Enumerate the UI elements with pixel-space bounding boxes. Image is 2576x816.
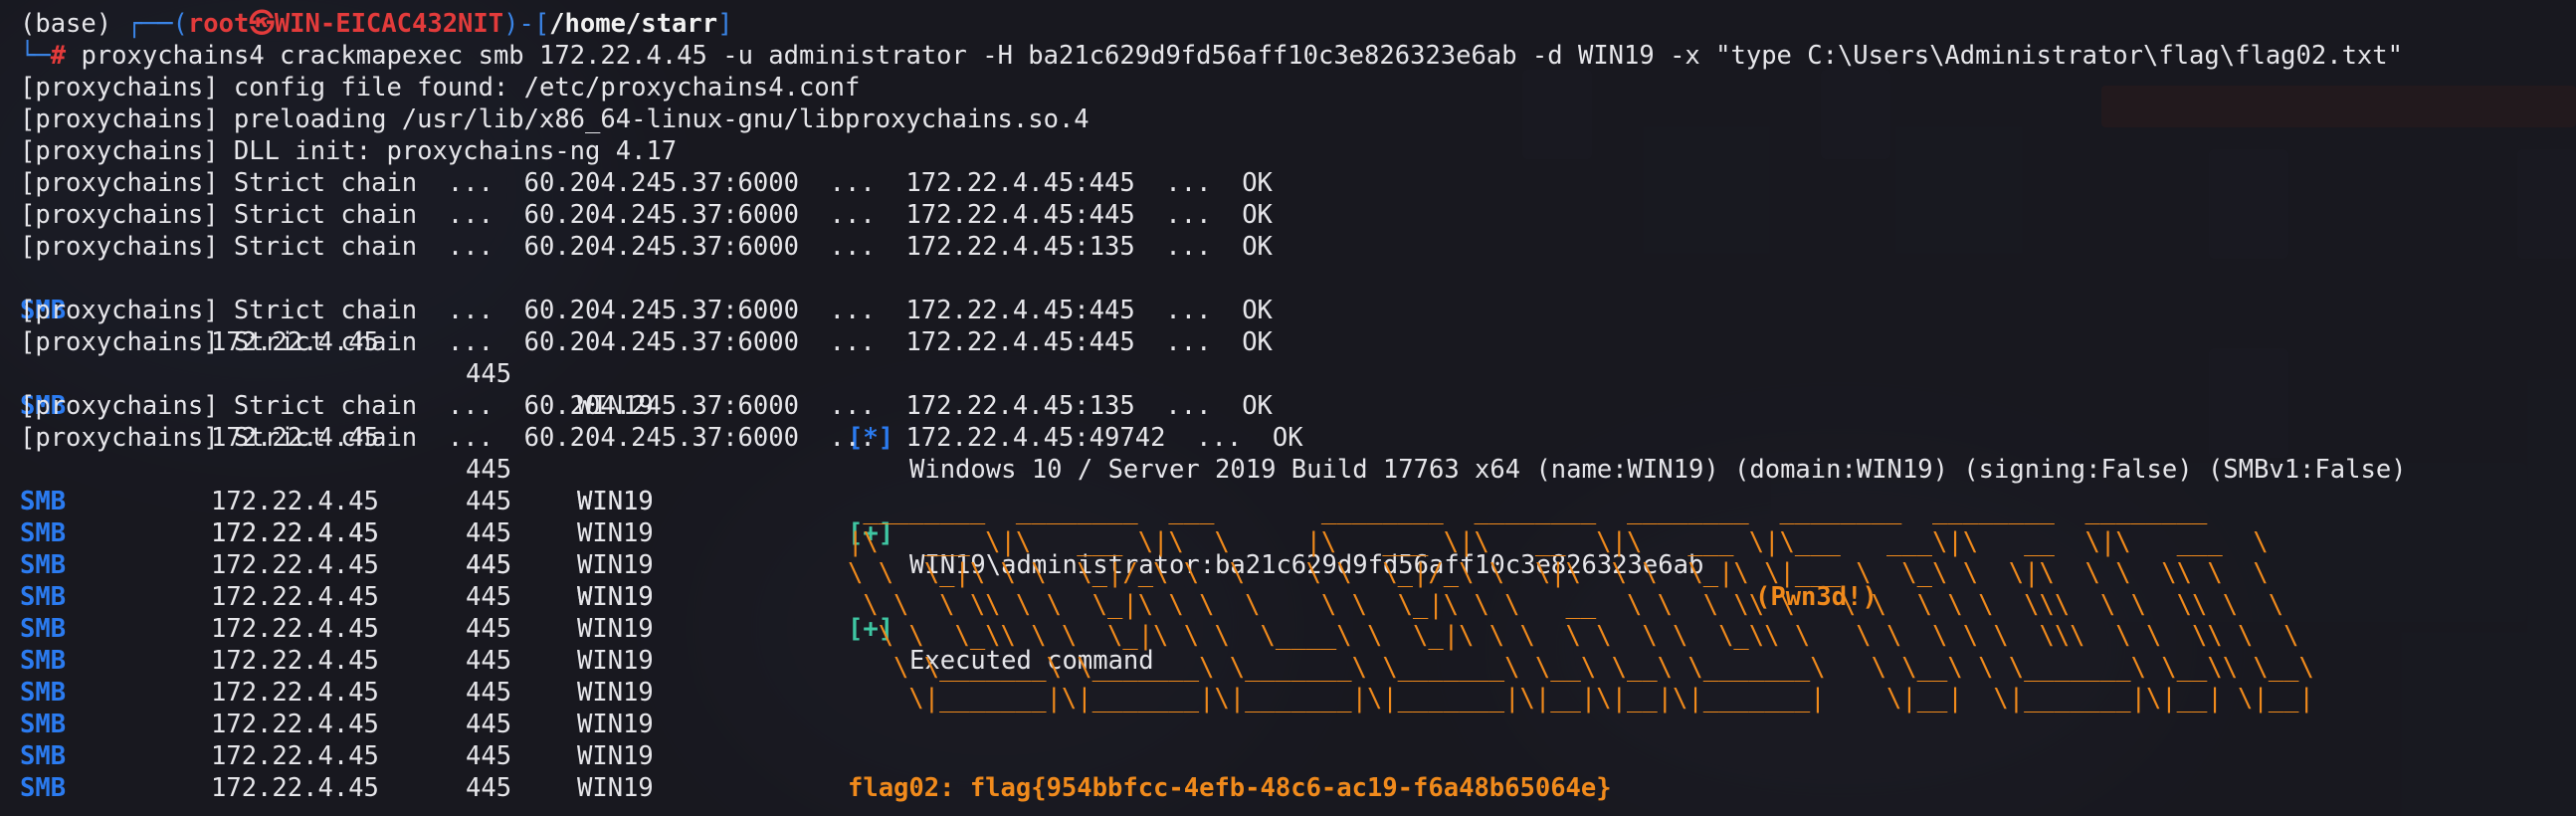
chain-line: [proxychains] Strict chain ... 60.204.24… [20, 422, 1303, 454]
smb-host: WIN19 [577, 614, 654, 644]
chain-line: [proxychains] Strict chain ... 60.204.24… [20, 295, 1273, 326]
prompt-frame-open: ┌──( [126, 9, 188, 39]
prompt-user-host: root㉿WIN-EICAC432NIT [187, 9, 504, 39]
chain-line: [proxychains] Strict chain ... 60.204.24… [20, 199, 1273, 231]
smb-tag: SMB [20, 550, 67, 580]
chain-line: [proxychains] Strict chain ... 60.204.24… [20, 390, 1273, 422]
chain-prefix: [proxychains] Strict chain ... 60.204.24… [20, 296, 906, 325]
chain-prefix: [proxychains] Strict chain ... 60.204.24… [20, 423, 906, 453]
command-line[interactable]: └─# proxychains4 crackmapexec smb 172.22… [20, 40, 2403, 72]
smb-host: WIN19 [577, 741, 654, 771]
chain-line: [proxychains] Strict chain ... 60.204.24… [20, 326, 1273, 358]
chain-prefix: [proxychains] Strict chain ... 60.204.24… [20, 327, 906, 357]
prompt-branch: └─ [20, 41, 51, 71]
terminal-window[interactable]: (base) ┌──(root㉿WIN-EICAC432NIT)-[/home/… [0, 0, 2576, 816]
smb-port: 445 [466, 678, 512, 708]
smb-ip: 172.22.4.45 [211, 582, 379, 612]
chain-target: 172.22.4.45:445 ... OK [905, 200, 1273, 230]
smb-ip: 172.22.4.45 [211, 710, 379, 739]
prompt-frame-mid: )-[ [503, 9, 550, 39]
smb-host: WIN19 [577, 550, 654, 580]
smb-host: WIN19 [577, 582, 654, 612]
chain-prefix: [proxychains] Strict chain ... 60.204.24… [20, 200, 906, 230]
output-line: [proxychains] DLL init: proxychains-ng 4… [20, 136, 678, 166]
smb-port: 445 [466, 550, 512, 580]
smb-tag: SMB [20, 614, 67, 644]
smb-ip: 172.22.4.45 [211, 518, 379, 548]
smb-tag: SMB [20, 710, 67, 739]
chain-target: 172.22.4.45:445 ... OK [905, 327, 1273, 357]
chain-line: [proxychains] Strict chain ... 60.204.24… [20, 167, 1273, 199]
smb-row: SMB 172.22.4.45 445 WIN19 [*] Windows 10… [20, 263, 2407, 485]
smb-host: WIN19 [577, 487, 654, 516]
prompt-hash: # [50, 41, 67, 71]
chain-target: 172.22.4.45:135 ... OK [905, 232, 1273, 262]
smb-port: 445 [466, 359, 512, 389]
smb-tag: SMB [20, 741, 67, 771]
smb-host: WIN19 [577, 518, 654, 548]
smb-ip: 172.22.4.45 [211, 678, 379, 708]
smb-port: 445 [466, 455, 512, 485]
smb-port: 445 [466, 487, 512, 516]
prompt-path: /home/starr [549, 9, 718, 39]
smb-port: 445 [466, 518, 512, 548]
smb-tag: SMB [20, 646, 67, 676]
smb-port: 445 [466, 741, 512, 771]
chain-target: 172.22.4.45:445 ... OK [905, 168, 1273, 198]
ascii-art-banner: ________ ________ ___ ________ ________ … [848, 496, 2314, 714]
smb-host: WIN19 [577, 710, 654, 739]
chain-prefix: [proxychains] Strict chain ... 60.204.24… [20, 232, 906, 262]
command-text: proxychains4 crackmapexec smb 172.22.4.4… [81, 41, 2403, 71]
smb-port: 445 [466, 614, 512, 644]
smb-port: 445 [466, 773, 512, 803]
chain-target: 172.22.4.45:135 ... OK [905, 391, 1273, 421]
smb-tag: SMB [20, 773, 67, 803]
smb-port: 445 [466, 710, 512, 739]
smb-port: 445 [466, 646, 512, 676]
flag-output: flag02: flag{954bbfcc-4efb-48c6-ac19-f6a… [848, 773, 1612, 803]
smb-ip: 172.22.4.45 [211, 741, 379, 771]
smb-ip: 172.22.4.45 [211, 614, 379, 644]
smb-tag: SMB [20, 518, 67, 548]
prompt-frame-close: ] [717, 9, 733, 39]
smb-ip: 172.22.4.45 [211, 773, 379, 803]
os-info: Windows 10 / Server 2019 Build 17763 x64… [909, 455, 2407, 485]
smb-ip: 172.22.4.45 [211, 550, 379, 580]
chain-prefix: [proxychains] Strict chain ... 60.204.24… [20, 391, 906, 421]
chain-line: [proxychains] Strict chain ... 60.204.24… [20, 231, 1273, 263]
conda-env: (base) [20, 9, 112, 39]
smb-ip: 172.22.4.45 [211, 487, 379, 516]
smb-row: SMB 172.22.4.45 445 WIN19 [+] WIN19\admi… [20, 358, 1878, 612]
smb-host: WIN19 [577, 678, 654, 708]
smb-row: SMB 172.22.4.45 445 WIN19 [+] Executed c… [20, 454, 1154, 676]
smb-ip: 172.22.4.45 [211, 646, 379, 676]
output-line: [proxychains] preloading /usr/lib/x86_64… [20, 104, 1090, 134]
chain-target: 172.22.4.45:445 ... OK [905, 296, 1273, 325]
smb-tag: SMB [20, 582, 67, 612]
chain-target: 172.22.4.45:49742 ... OK [905, 423, 1303, 453]
smb-host: WIN19 [577, 773, 654, 803]
output-line: [proxychains] config file found: /etc/pr… [20, 73, 861, 102]
smb-tag: SMB [20, 678, 67, 708]
smb-tag: SMB [20, 487, 67, 516]
smb-port: 445 [466, 582, 512, 612]
smb-host: WIN19 [577, 646, 654, 676]
prompt-line: (base) ┌──(root㉿WIN-EICAC432NIT)-[/home/… [20, 8, 732, 40]
chain-prefix: [proxychains] Strict chain ... 60.204.24… [20, 168, 906, 198]
